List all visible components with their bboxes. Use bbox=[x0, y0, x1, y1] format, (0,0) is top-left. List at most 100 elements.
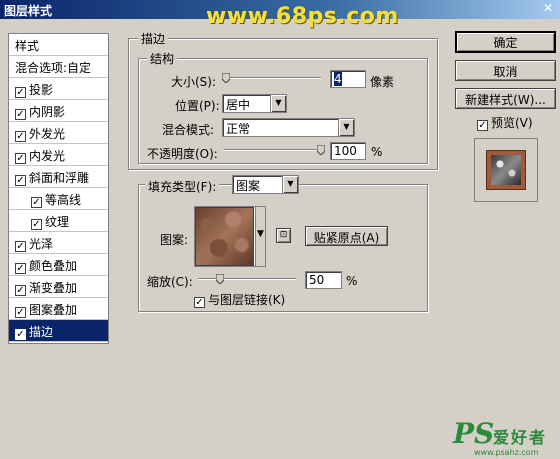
style-list-item[interactable]: ✓ 纹理 bbox=[9, 210, 108, 232]
cancel-label: 取消 bbox=[493, 65, 518, 79]
blend-options-label: 混合选项:自定 bbox=[15, 61, 92, 75]
style-list-item[interactable]: ✓ 渐变叠加 bbox=[9, 276, 108, 298]
pattern-label: 图案: bbox=[160, 233, 189, 247]
opacity-slider-thumb[interactable] bbox=[317, 145, 325, 155]
style-list-item-label: 外发光 bbox=[29, 127, 66, 141]
snap-origin-label: 贴紧原点(A) bbox=[313, 231, 380, 245]
style-list-item-label: 描边 bbox=[29, 325, 54, 339]
blend-options-item[interactable]: 混合选项:自定 bbox=[9, 56, 108, 78]
style-list-item[interactable]: ✓ 内阴影 bbox=[9, 100, 108, 122]
style-list-item[interactable]: ✓ 描边 bbox=[9, 320, 108, 342]
ps-logo: PS bbox=[453, 417, 495, 450]
size-slider-thumb[interactable] bbox=[222, 73, 230, 83]
style-list-item-label: 颜色叠加 bbox=[29, 259, 78, 273]
chevron-down-icon[interactable]: ▼ bbox=[257, 229, 264, 239]
preview-checkbox[interactable]: ✓ bbox=[477, 120, 488, 131]
new-style-label: 新建样式(W)... bbox=[465, 93, 546, 107]
style-list-item-label: 投影 bbox=[29, 83, 54, 97]
preview-label: 预览(V) bbox=[491, 116, 533, 130]
style-list-item-label: 渐变叠加 bbox=[29, 281, 78, 295]
style-checkbox[interactable]: ✓ bbox=[15, 329, 26, 340]
style-checkbox[interactable]: ✓ bbox=[15, 263, 26, 274]
preview-swatch bbox=[486, 150, 526, 190]
blend-mode-select[interactable]: 正常 ▼ bbox=[222, 118, 355, 137]
chevron-down-icon[interactable]: ▼ bbox=[270, 95, 286, 112]
style-list-item[interactable]: ✓ 内发光 bbox=[9, 144, 108, 166]
style-checkbox[interactable]: ✓ bbox=[15, 307, 26, 318]
style-checkbox[interactable]: ✓ bbox=[15, 131, 26, 142]
scale-unit: % bbox=[346, 274, 358, 288]
preview-checkbox-row[interactable]: ✓ 预览(V) bbox=[477, 114, 533, 131]
style-checkbox[interactable]: ✓ bbox=[15, 153, 26, 164]
style-list-item[interactable]: ✓ 颜色叠加 bbox=[9, 254, 108, 276]
scale-slider-track[interactable] bbox=[198, 278, 296, 280]
link-with-layer-checkbox[interactable]: ✓ bbox=[194, 297, 205, 308]
ps-logo-url: www.psahz.com bbox=[474, 448, 539, 457]
size-unit: 像素 bbox=[370, 75, 395, 89]
style-list-item-label: 图案叠加 bbox=[29, 303, 78, 317]
scale-label: 缩放(C): bbox=[147, 275, 193, 289]
opacity-label: 不透明度(O): bbox=[147, 147, 218, 161]
opacity-unit: % bbox=[371, 145, 383, 159]
style-list: 样式 混合选项:自定 ✓ 投影 ✓ 内阴影 ✓ 外发光 ✓ 内发光 ✓ 斜面和浮雕 ✓ 等高线 ✓ 纹理 ✓… bbox=[8, 33, 109, 344]
size-slider-track[interactable] bbox=[224, 77, 321, 79]
fill-type-select[interactable]: 图案 ▼ bbox=[232, 175, 299, 194]
style-list-item[interactable]: ✓ 光泽 bbox=[9, 232, 108, 254]
position-select[interactable]: 居中 ▼ bbox=[222, 94, 287, 113]
close-icon[interactable]: ✕ bbox=[541, 1, 555, 15]
style-list-item-label: 光泽 bbox=[29, 237, 54, 251]
style-checkbox[interactable]: ✓ bbox=[31, 219, 42, 230]
ok-label: 确定 bbox=[493, 36, 518, 50]
style-checkbox[interactable]: ✓ bbox=[15, 87, 26, 98]
style-list-item-label: 等高线 bbox=[45, 193, 82, 207]
snap-origin-button[interactable]: 贴紧原点(A) bbox=[305, 226, 388, 246]
link-with-layer-checkbox-row[interactable]: ✓ 与图层链接(K) bbox=[194, 291, 285, 308]
style-list-item[interactable]: ✓ 投影 bbox=[9, 78, 108, 100]
scale-input[interactable]: 50 bbox=[305, 271, 342, 289]
style-list-header-label: 样式 bbox=[15, 39, 40, 53]
style-checkbox[interactable]: ✓ bbox=[15, 241, 26, 252]
blend-mode-value: 正常 bbox=[226, 122, 251, 136]
style-checkbox[interactable]: ✓ bbox=[15, 175, 26, 186]
chevron-down-icon[interactable]: ▼ bbox=[338, 119, 354, 136]
scale-value: 50 bbox=[309, 273, 325, 287]
pattern-swatch[interactable] bbox=[195, 207, 254, 266]
opacity-slider-track[interactable] bbox=[224, 149, 324, 151]
style-checkbox[interactable]: ✓ bbox=[15, 285, 26, 296]
opacity-value: 100 bbox=[334, 144, 357, 158]
position-label: 位置(P): bbox=[175, 99, 220, 113]
style-list-item-label: 纹理 bbox=[45, 215, 70, 229]
size-value: 4 bbox=[334, 72, 342, 86]
size-label: 大小(S): bbox=[171, 75, 217, 89]
style-list-item[interactable]: ✓ 斜面和浮雕 bbox=[9, 166, 108, 188]
style-list-item[interactable]: ✓ 外发光 bbox=[9, 122, 108, 144]
style-list-item[interactable]: ✓ 图案叠加 bbox=[9, 298, 108, 320]
style-checkbox[interactable]: ✓ bbox=[15, 109, 26, 120]
scale-slider-thumb[interactable] bbox=[216, 274, 224, 284]
ok-button[interactable]: 确定 bbox=[455, 31, 556, 53]
structure-group-title: 结构 bbox=[147, 50, 178, 67]
position-value: 居中 bbox=[226, 98, 251, 112]
link-with-layer-label: 与图层链接(K) bbox=[208, 293, 286, 307]
opacity-input[interactable]: 100 bbox=[330, 142, 366, 160]
size-input[interactable]: 4 bbox=[330, 70, 366, 88]
style-list-item-label: 内发光 bbox=[29, 149, 66, 163]
stroke-group-title: 描边 bbox=[138, 30, 169, 47]
new-preset-icon[interactable]: ⊡ bbox=[276, 228, 291, 243]
watermark-text: www.68ps.com bbox=[206, 4, 399, 29]
blend-mode-label: 混合模式: bbox=[162, 123, 215, 137]
style-list-item-label: 斜面和浮雕 bbox=[29, 171, 90, 185]
preview-pattern bbox=[491, 155, 521, 185]
style-list-item-label: 内阴影 bbox=[29, 105, 66, 119]
style-list-header[interactable]: 样式 bbox=[9, 34, 108, 56]
style-list-item[interactable]: ✓ 等高线 bbox=[9, 188, 108, 210]
chevron-down-icon[interactable]: ▼ bbox=[282, 176, 298, 193]
fill-type-value: 图案 bbox=[236, 179, 261, 193]
cancel-button[interactable]: 取消 bbox=[455, 60, 556, 81]
style-checkbox[interactable]: ✓ bbox=[31, 197, 42, 208]
window-title: 图层样式 bbox=[4, 4, 53, 18]
new-style-button[interactable]: 新建样式(W)... bbox=[455, 88, 556, 109]
fill-type-label: 填充类型(F): bbox=[145, 178, 220, 195]
style-preview-thumbnail bbox=[474, 138, 538, 202]
ps-logo-cn: 爱好者 bbox=[493, 428, 548, 447]
